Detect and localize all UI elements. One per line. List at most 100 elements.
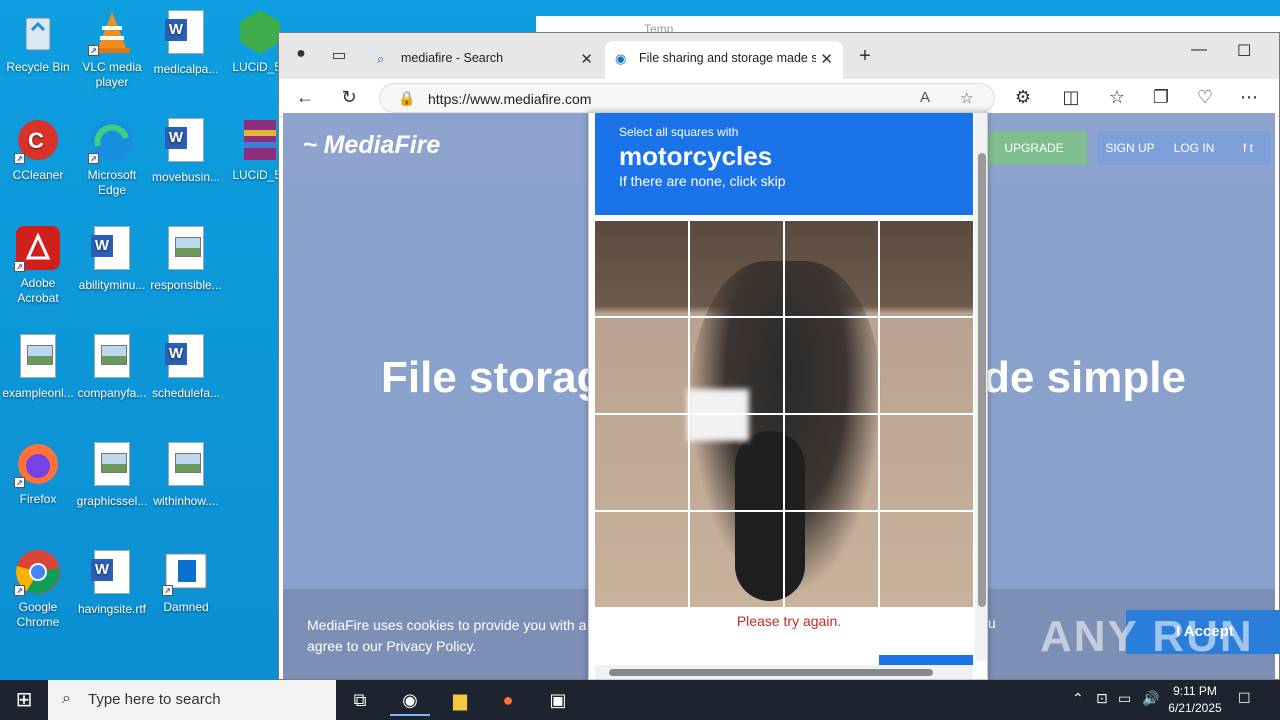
favorite-star-icon[interactable]: ☆ (960, 89, 973, 107)
vlc-icon[interactable]: ↗ VLC media player (74, 8, 150, 90)
show-hidden-icons-icon[interactable]: ⌃ (1072, 690, 1084, 707)
captcha-tile[interactable] (785, 415, 878, 510)
icon-label: Recycle Bin (6, 60, 70, 74)
hero-title-left: File storag (381, 353, 604, 402)
vertical-scrollbar[interactable] (975, 113, 987, 661)
file-exampleonl-icon[interactable]: exampleonl... (0, 332, 76, 401)
captcha-challenge[interactable]: Select all squares with motorcycles If t… (588, 112, 988, 680)
captcha-tile[interactable] (690, 318, 783, 413)
captcha-tile[interactable] (690, 415, 783, 510)
new-tab-icon[interactable]: + (853, 45, 877, 68)
file-schedulefa-icon[interactable]: schedulefa... (148, 332, 224, 401)
image-file-icon (168, 226, 204, 270)
volume-icon[interactable]: 🔊 (1142, 690, 1159, 707)
tab-mediafire[interactable]: ◉ File sharing and storage made sin ✕ (605, 41, 843, 79)
file-medicalpa-icon[interactable]: medicalpa... (148, 8, 224, 77)
start-button-icon[interactable]: ⊞ (0, 680, 48, 720)
read-aloud-icon[interactable]: A (920, 89, 930, 106)
clock[interactable]: 9:11 PM 6/21/2025 (1160, 683, 1230, 717)
edge-glyph: ↗ (88, 116, 136, 164)
captcha-tile[interactable] (880, 512, 973, 607)
shortcut-arrow-icon: ↗ (14, 153, 25, 164)
address-bar[interactable]: 🔒 https://www.mediafire.com A ☆ (379, 83, 995, 113)
captcha-tile[interactable] (595, 512, 688, 607)
close-tab-icon[interactable]: ✕ (580, 50, 593, 68)
image-file-icon (20, 334, 56, 378)
captcha-tile[interactable] (690, 221, 783, 316)
upgrade-button[interactable]: UPGRADE (981, 131, 1087, 165)
collections-icon[interactable]: ❐ (1149, 87, 1173, 108)
verify-button[interactable] (879, 655, 973, 665)
captcha-tile[interactable] (595, 221, 688, 316)
scroll-thumb[interactable] (978, 153, 986, 607)
browser-essentials-icon[interactable]: ♡ (1193, 87, 1217, 108)
vlc-cone-icon: ↗ (88, 8, 136, 56)
close-tab-icon[interactable]: ✕ (816, 50, 833, 68)
captcha-tile[interactable] (880, 415, 973, 510)
task-view-icon[interactable]: ⧉ (340, 686, 380, 716)
icon-label: Google Chrome (16, 600, 60, 629)
app-taskbar-icon[interactable]: ▣ (538, 686, 578, 716)
file-withinhow-icon[interactable]: withinhow.... (148, 440, 224, 509)
tab-label: mediafire - Search (401, 51, 504, 65)
favorites-icon[interactable]: ☆ (1105, 87, 1129, 108)
file-companyfa-icon[interactable]: companyfa... (74, 332, 150, 401)
more-menu-icon[interactable]: ⋯ (1237, 87, 1261, 108)
icon-label: Microsoft Edge (87, 168, 137, 197)
profile-icon[interactable]: ● (289, 45, 313, 63)
adobe-acrobat-icon[interactable]: ↗ Adobe Acrobat (0, 224, 76, 306)
file-abilityminu-icon[interactable]: abilityminu... (74, 224, 150, 293)
extensions-icon[interactable]: ⚙ (1011, 87, 1035, 108)
scroll-thumb[interactable] (609, 669, 933, 676)
captcha-tile[interactable] (785, 512, 878, 607)
icon-label: Adobe Acrobat (17, 276, 59, 305)
firefox-icon[interactable]: ↗ Firefox (0, 440, 76, 507)
captcha-tile[interactable] (880, 318, 973, 413)
chrome-glyph: ↗ (14, 548, 62, 596)
shortcut-arrow-icon: ↗ (14, 477, 25, 488)
back-icon[interactable]: ← (293, 87, 317, 108)
cookie-text-tail: u (988, 615, 996, 631)
file-havingsite-icon[interactable]: havingsite.rtf (74, 548, 150, 617)
icon-label: companyfa... (77, 386, 147, 400)
captcha-tile[interactable] (595, 415, 688, 510)
split-screen-icon[interactable]: ◫ (1059, 87, 1083, 108)
network-icon[interactable]: ▭ (1118, 690, 1131, 707)
icon-label: VLC media player (82, 60, 142, 89)
file-explorer-taskbar-icon[interactable]: ▆ (440, 686, 480, 716)
social-icons[interactable]: f t (1225, 131, 1271, 165)
google-chrome-icon[interactable]: ↗ Google Chrome (0, 548, 76, 630)
recycle-bin-icon[interactable]: Recycle Bin (0, 8, 76, 75)
horizontal-scrollbar[interactable] (595, 665, 973, 679)
damned-glyph: ↗ (162, 548, 210, 596)
captcha-tile[interactable] (785, 221, 878, 316)
microsoft-edge-icon[interactable]: ↗ Microsoft Edge (74, 116, 150, 198)
security-icon[interactable]: ⊡ (1096, 690, 1108, 707)
ccleaner-glyph: C ↗ (14, 116, 62, 164)
firefox-taskbar-icon[interactable]: ● (488, 686, 528, 716)
maximize-icon[interactable]: ☐ (1237, 41, 1251, 61)
captcha-tile[interactable] (595, 318, 688, 413)
file-graphicssel-icon[interactable]: graphicssel... (74, 440, 150, 509)
captcha-tile[interactable] (785, 318, 878, 413)
edge-taskbar-icon[interactable]: ◉ (390, 686, 430, 716)
refresh-icon[interactable]: ↻ (337, 87, 361, 108)
minimize-icon[interactable]: — (1191, 41, 1207, 59)
file-movebusin-icon[interactable]: movebusin... (148, 116, 224, 185)
mediafire-logo[interactable]: MediaFire (303, 131, 441, 160)
tab-search[interactable]: ⌕ mediafire - Search ✕ (367, 41, 603, 79)
firefox-glyph: ↗ (14, 440, 62, 488)
icon-label: havingsite.rtf (77, 602, 147, 616)
signup-button[interactable]: SIGN UP (1097, 131, 1163, 165)
ccleaner-icon[interactable]: C ↗ CCleaner (0, 116, 76, 183)
captcha-tile[interactable] (880, 221, 973, 316)
icon-label: exampleonl... (2, 386, 74, 400)
damned-icon[interactable]: ↗ Damned (148, 548, 224, 615)
file-responsible-icon[interactable]: responsible... (148, 224, 224, 293)
tab-actions-icon[interactable]: ▭ (327, 45, 351, 65)
login-button[interactable]: LOG IN (1163, 131, 1225, 165)
anyrun-watermark: ANY RUN (1040, 612, 1254, 661)
captcha-tile[interactable] (690, 512, 783, 607)
notification-icon[interactable]: ☐ (1238, 690, 1251, 707)
taskbar-search[interactable]: ⌕ Type here to search (48, 680, 336, 720)
